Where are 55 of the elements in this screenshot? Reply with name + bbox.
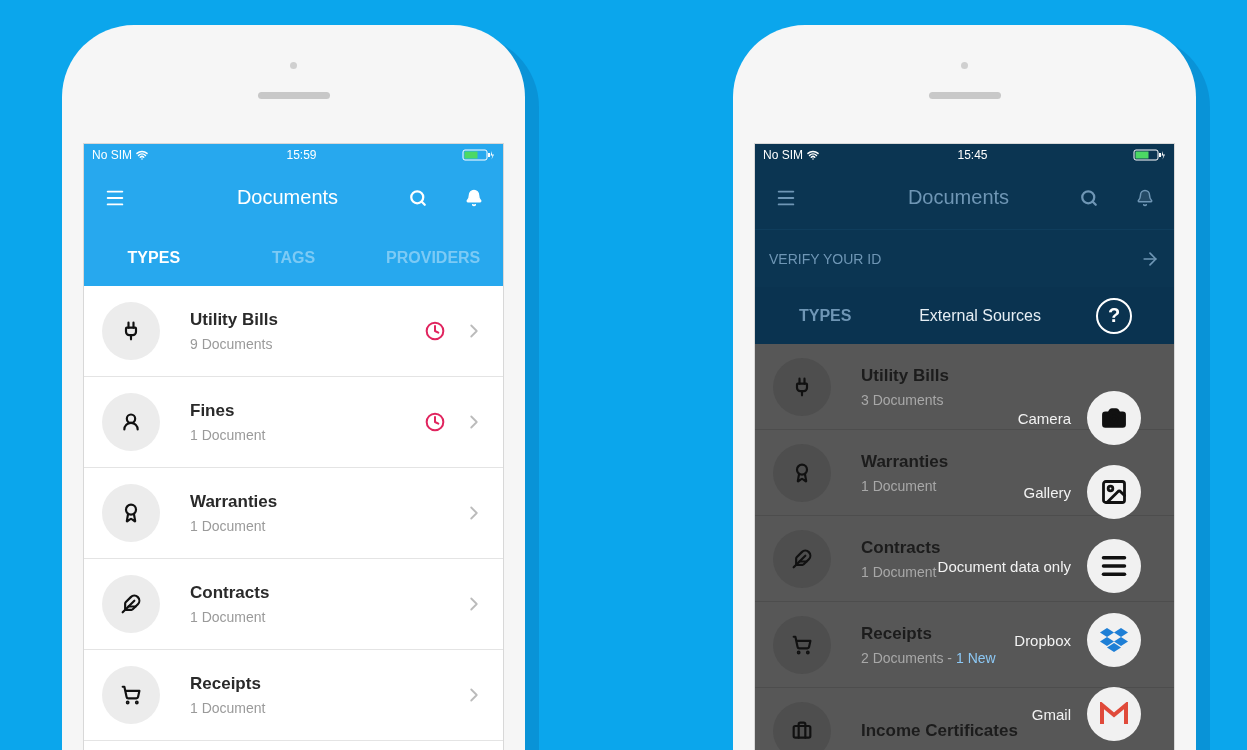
cart-icon — [792, 634, 812, 655]
header-title: Documents — [235, 186, 340, 209]
source-label: Camera — [1017, 409, 1071, 427]
briefcase-icon — [792, 720, 812, 741]
row-title: Income Certificates — [861, 720, 1018, 741]
source-label: Gmail — [1031, 705, 1071, 723]
row-title: Receipts — [861, 623, 932, 644]
search-button[interactable] — [409, 188, 427, 207]
new-count: 1 New — [956, 649, 996, 666]
row-title: Warranties — [190, 492, 278, 512]
search-button[interactable] — [1080, 188, 1098, 207]
source-label: Document data only — [937, 557, 1071, 575]
row-title: Utility Bills — [861, 365, 949, 386]
row-subtitle: 1 Document — [190, 700, 266, 716]
source-label: Gallery — [1023, 483, 1071, 501]
help-button[interactable]: ? — [1096, 297, 1132, 334]
camera-icon — [1101, 405, 1127, 431]
tab[interactable]: TYPES — [84, 240, 224, 275]
carrier-label: No SIM — [763, 148, 803, 162]
clock-label: 15:59 — [286, 148, 317, 162]
dropbox-icon — [1099, 626, 1129, 654]
row-subtitle: 1 Document — [861, 563, 937, 580]
row-subtitle: 1 Document — [190, 427, 266, 443]
row-title: Utility Bills — [190, 310, 278, 330]
verify-banner[interactable]: VERIFY YOUR ID — [755, 229, 1174, 287]
row-subtitle: 2 Documents - — [861, 649, 953, 666]
envelope-m-icon — [1099, 702, 1129, 726]
row-subtitle: 1 Document — [861, 477, 937, 494]
row-title: Contracts — [861, 537, 941, 558]
row-subtitle: 9 Documents — [190, 336, 273, 352]
row-subtitle: 1 Document — [190, 609, 266, 625]
source-label: Dropbox — [1014, 631, 1071, 649]
row-subtitle: 3 Documents — [861, 391, 944, 408]
carrier-label: No SIM — [92, 148, 132, 162]
feather-icon — [792, 548, 812, 569]
row-title: Fines — [190, 401, 235, 421]
row-title: Contracts — [190, 583, 270, 603]
header-title: Documents — [906, 186, 1011, 209]
clock-label: 15:45 — [957, 148, 988, 162]
row-title: Warranties — [861, 451, 949, 472]
person-icon — [121, 412, 141, 432]
sources-title: External Sources — [919, 306, 1041, 325]
bell-button[interactable] — [1136, 188, 1154, 207]
camera-dot — [290, 62, 297, 69]
image-icon — [1100, 478, 1128, 506]
row-subtitle: 1 Document — [190, 518, 266, 534]
cart-icon — [121, 685, 141, 705]
wifi-icon — [807, 149, 819, 161]
wifi-icon — [136, 149, 148, 161]
row-title: Receipts — [190, 674, 261, 694]
banner-label: VERIFY YOUR ID — [769, 250, 882, 267]
tab[interactable]: TYPES — [799, 306, 920, 325]
camera-dot — [961, 62, 968, 69]
bell-button[interactable] — [465, 188, 483, 207]
feather-icon — [121, 594, 141, 614]
